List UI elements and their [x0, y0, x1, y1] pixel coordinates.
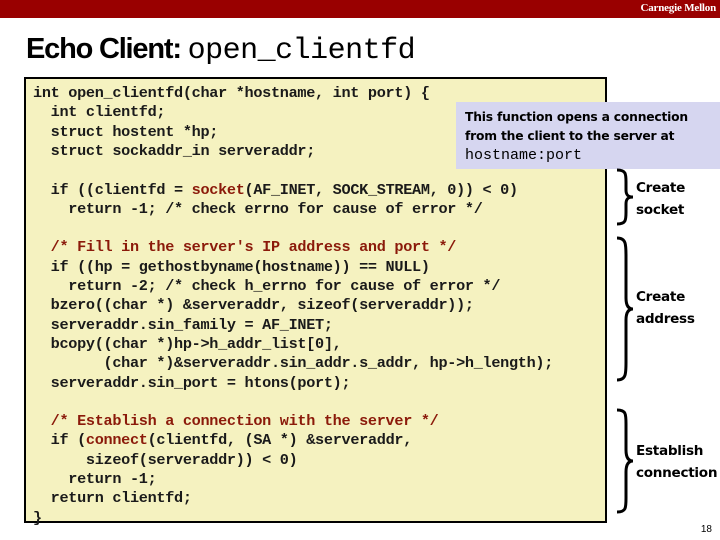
- code-text: (clientfd, (SA *) &serveraddr,: [147, 431, 413, 450]
- code-text: bzero((char *) &serveraddr, sizeof(serve…: [33, 296, 474, 315]
- code-text: if (: [33, 431, 87, 450]
- code-text: return clientfd;: [33, 489, 192, 508]
- brace-icon: [616, 168, 634, 226]
- annotation-line: Create: [636, 289, 685, 305]
- brace-icon: [616, 236, 634, 382]
- code-line: struct sockaddr_in serveraddr;: [33, 141, 316, 161]
- code-text: (char *)&serveraddr.sin_addr.s_addr, hp-…: [33, 354, 554, 373]
- code-text: }: [33, 508, 42, 527]
- code-line: serveraddr.sin_family = AF_INET;: [33, 316, 333, 335]
- callout-line-2: from the client to the server at: [465, 129, 675, 143]
- code-text: struct hostent *hp;: [33, 122, 219, 141]
- code-line: serveraddr.sin_port = htons(port);: [33, 373, 351, 393]
- function-name: socket: [191, 180, 245, 199]
- annotation-create-socket: Create socket: [636, 177, 685, 221]
- code-line: bcopy((char *)hp->h_addr_list[0],: [33, 335, 342, 354]
- code-line: }: [33, 509, 42, 528]
- annotation-line: Establish: [636, 443, 704, 459]
- code-line: struct hostent *hp;: [33, 122, 219, 142]
- code-text: bcopy((char *)hp->h_addr_list[0],: [33, 334, 342, 353]
- code-line: /* Establish a connection with the serve…: [33, 412, 439, 431]
- annotation-line: Create: [636, 180, 685, 196]
- brand-label: Carnegie Mellon: [640, 2, 716, 14]
- code-text: struct sockaddr_in serveraddr;: [33, 141, 316, 160]
- annotation-line: address: [636, 311, 695, 327]
- code-comment: /* Establish a connection with the serve…: [33, 412, 439, 431]
- code-line: if ((clientfd = socket(AF_INET, SOCK_STR…: [33, 181, 518, 200]
- callout-line-3: hostname:port: [465, 147, 583, 164]
- code-line: if (connect(clientfd, (SA *) &serveraddr…: [33, 431, 413, 450]
- code-text: return -2; /* check h_errno for cause of…: [33, 277, 501, 295]
- brace-icon: [616, 408, 634, 514]
- annotation-line: socket: [636, 202, 685, 218]
- code-text: sizeof(serveraddr)) < 0): [33, 450, 298, 469]
- code-line: return -2; /* check h_errno for cause of…: [33, 277, 500, 296]
- code-line: if ((hp = gethostbyname(hostname)) == NU…: [33, 258, 430, 277]
- code-text: return -1; /* check errno for cause of e…: [33, 199, 483, 218]
- code-text: int clientfd;: [33, 103, 166, 122]
- code-text: if ((hp = gethostbyname(hostname)) == NU…: [33, 257, 430, 276]
- code-line: sizeof(serveraddr)) < 0): [33, 450, 298, 470]
- code-text: serveraddr.sin_port = htons(port);: [33, 373, 351, 392]
- function-description-callout: This function opens a connection from th…: [456, 102, 720, 169]
- annotation-line: connection: [636, 465, 718, 481]
- code-line: int clientfd;: [33, 103, 166, 122]
- title-code: open_clientfd: [187, 34, 416, 68]
- slide-title: Echo Client: open_clientfd: [26, 33, 416, 73]
- annotation-create-address: Create address: [636, 286, 695, 330]
- title-prefix: Echo Client:: [26, 33, 188, 65]
- function-name: connect: [85, 431, 148, 450]
- header-bar: Carnegie Mellon: [0, 0, 720, 18]
- annotation-establish-connection: Establish connection: [636, 440, 718, 484]
- code-text: if ((clientfd =: [33, 180, 192, 199]
- code-comment: /* Fill in the server's IP address and p…: [33, 238, 457, 257]
- code-text: int open_clientfd(char *hostname, int po…: [33, 84, 430, 102]
- code-text: (AF_INET, SOCK_STREAM, 0)) < 0): [244, 180, 519, 199]
- code-line: return clientfd;: [33, 489, 192, 508]
- callout-line-1: This function opens a connection: [465, 110, 688, 124]
- code-text: serveraddr.sin_family = AF_INET;: [33, 315, 333, 334]
- code-line: bzero((char *) &serveraddr, sizeof(serve…: [33, 296, 474, 315]
- code-line: int open_clientfd(char *hostname, int po…: [33, 84, 430, 103]
- code-line: return -1; /* check errno for cause of e…: [33, 200, 483, 219]
- page-number: 18: [700, 524, 712, 535]
- code-line: (char *)&serveraddr.sin_addr.s_addr, hp-…: [33, 354, 554, 373]
- code-text: return -1;: [33, 470, 157, 488]
- code-line: return -1;: [33, 470, 156, 489]
- code-line: /* Fill in the server's IP address and p…: [33, 238, 457, 257]
